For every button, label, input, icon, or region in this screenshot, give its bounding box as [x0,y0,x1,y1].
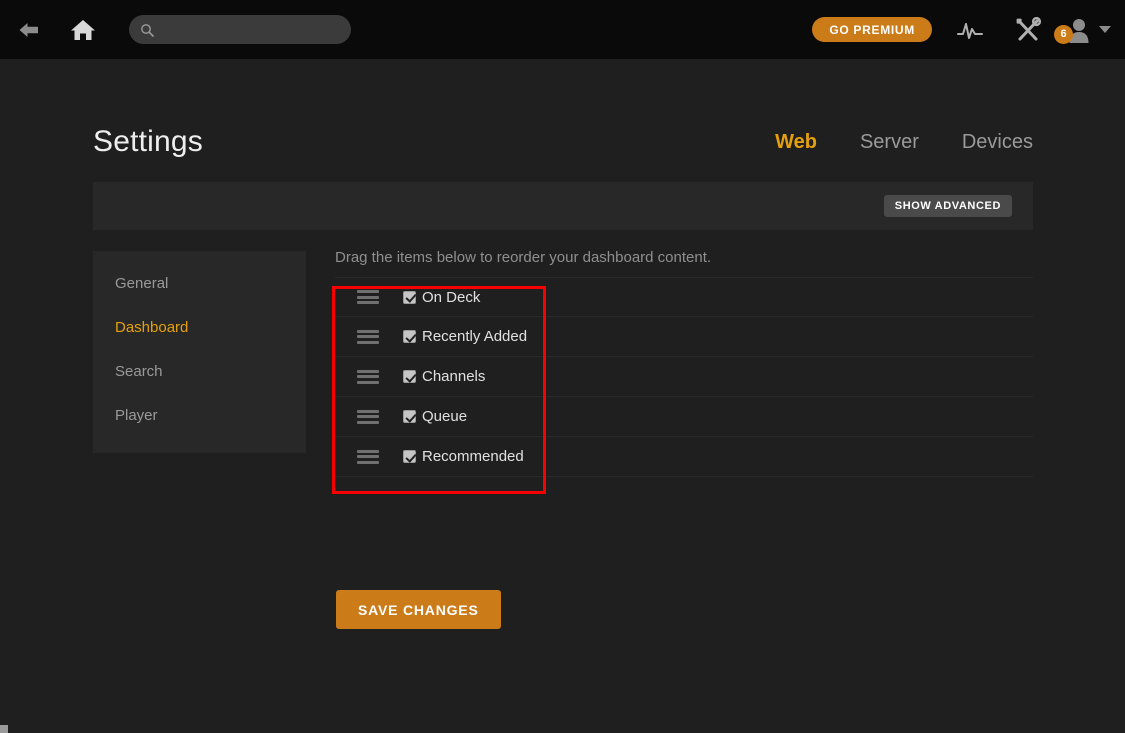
sidebar-item-general[interactable]: General [93,261,306,305]
drag-handle-icon[interactable] [357,449,379,464]
row-label: On Deck [422,288,481,306]
settings-toolbar: SHOW ADVANCED [93,182,1033,230]
tab-web[interactable]: Web [775,131,817,154]
row-checkbox-channels[interactable] [403,370,416,383]
sidebar-item-player[interactable]: Player [93,393,306,437]
table-row[interactable]: Queue [335,397,1033,437]
row-checkbox-recommended[interactable] [403,450,416,463]
row-label: Recently Added [422,328,528,345]
table-row[interactable]: Channels [335,357,1033,397]
settings-tabs: Web Server Devices [732,131,1033,154]
user-menu[interactable]: 6 [1054,15,1111,45]
sidebar-item-dashboard[interactable]: Dashboard [93,305,306,349]
show-advanced-button[interactable]: SHOW ADVANCED [883,195,1012,217]
go-premium-button[interactable]: GO PREMIUM [812,17,932,42]
dashboard-reorder-list: On Deck Recently Added Channels Queue Re… [335,277,1033,477]
scrollbar-corner [0,725,8,733]
home-button[interactable] [66,13,100,47]
drag-handle-icon[interactable] [357,369,379,384]
chevron-down-icon [1099,26,1111,33]
table-row[interactable]: On Deck [335,277,1033,317]
table-row[interactable]: Recommended [335,437,1033,477]
arrow-left-icon [19,22,38,37]
row-checkbox-on-deck[interactable] [403,290,416,304]
pulse-activity-icon [957,22,983,39]
drag-handle-icon[interactable] [357,409,379,424]
drag-handle-icon[interactable] [357,290,379,304]
search-box[interactable] [129,15,351,44]
top-navigation-bar: GO PREMIUM 6 [0,0,1125,59]
row-label: Channels [422,368,486,385]
search-input[interactable] [161,15,341,44]
row-label: Queue [422,408,468,425]
row-label: Recommended [422,448,524,465]
page-title: Settings [93,125,203,158]
activity-button[interactable] [950,10,990,50]
home-icon [71,19,95,40]
table-row[interactable]: Recently Added [335,317,1033,357]
tab-server[interactable]: Server [860,131,919,154]
panel-description: Drag the items below to reorder your das… [335,249,712,266]
dashboard-settings-panel: Drag the items below to reorder your das… [335,239,1033,477]
back-button[interactable] [12,13,46,47]
drag-handle-icon[interactable] [357,329,379,344]
tools-button[interactable] [1008,10,1048,50]
row-checkbox-queue[interactable] [403,410,416,423]
settings-page: Settings Web Server Devices SHOW ADVANCE… [0,59,1125,733]
wrench-screwdriver-icon [1016,16,1042,40]
row-checkbox-recently-added[interactable] [403,330,416,343]
topbar-actions: GO PREMIUM 6 [812,10,1125,50]
page-header: Settings Web Server Devices [93,111,1033,173]
settings-sidebar: General Dashboard Search Player [93,251,306,453]
notification-badge: 6 [1054,24,1073,44]
save-changes-button[interactable]: SAVE CHANGES [336,590,501,629]
sidebar-item-search[interactable]: Search [93,349,306,393]
tab-devices[interactable]: Devices [962,131,1033,154]
search-icon [139,22,155,38]
